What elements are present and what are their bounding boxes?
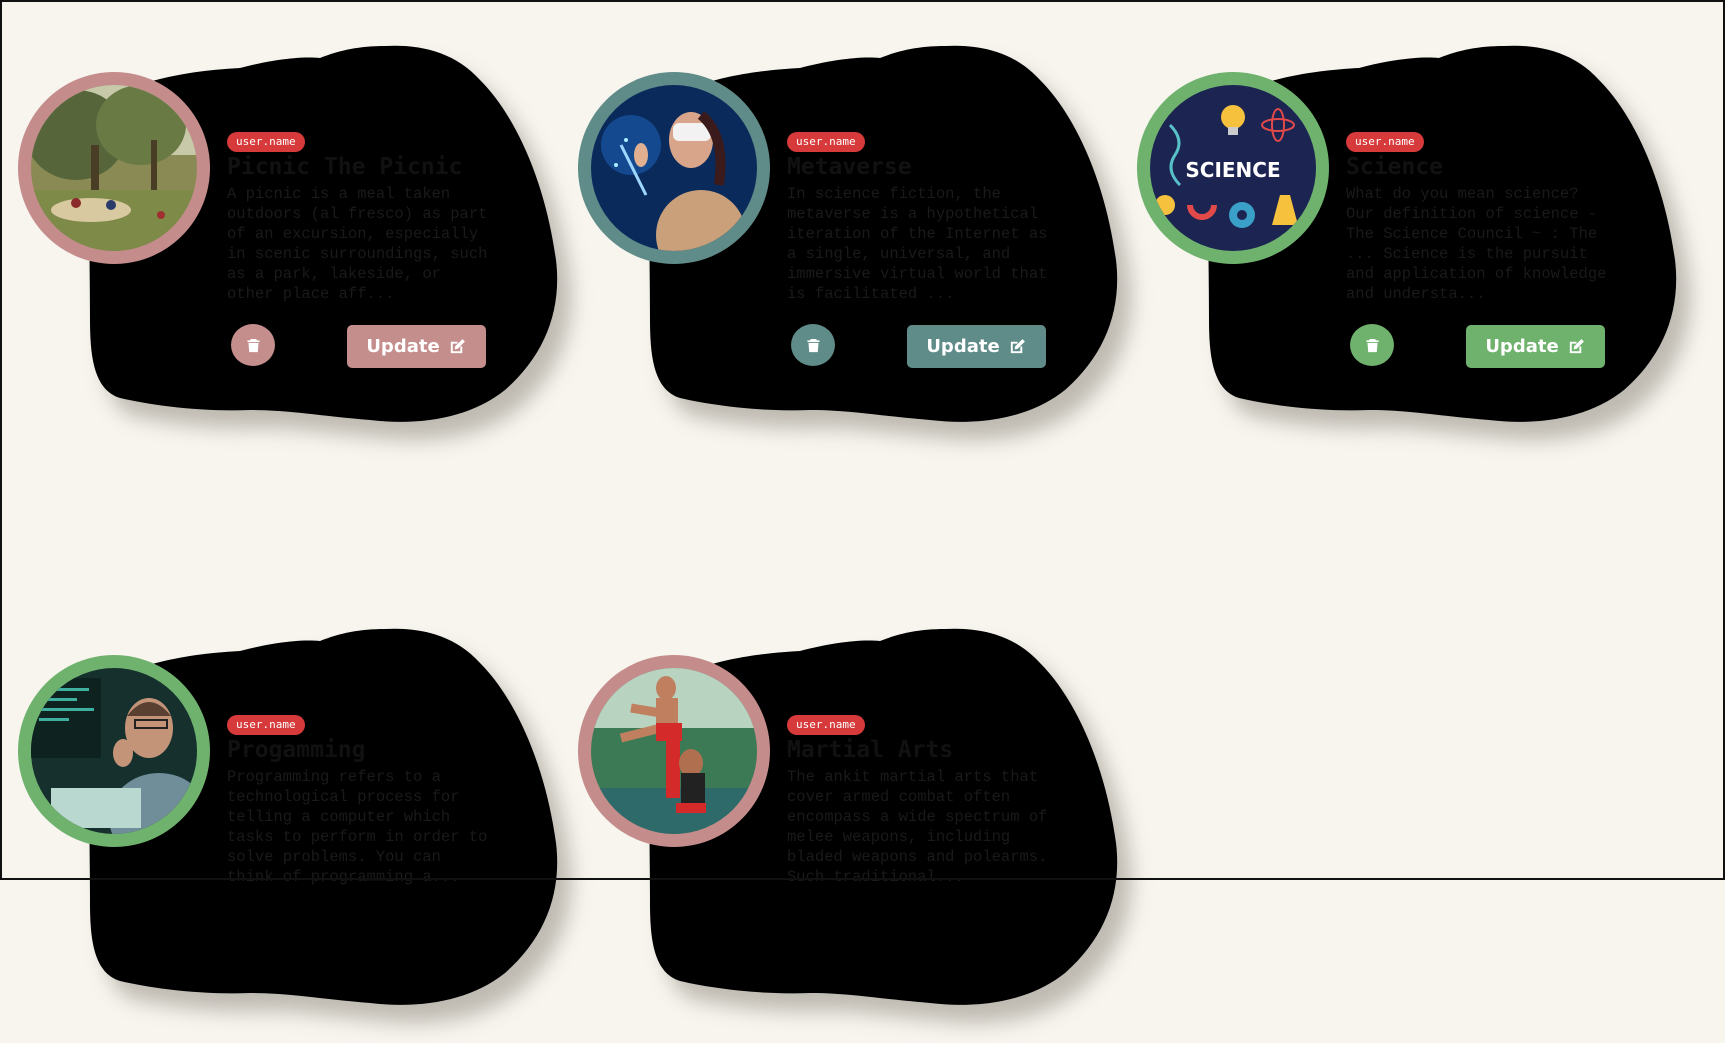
card-description: Programming refers to a technological pr…: [227, 768, 488, 886]
card-image: [591, 85, 757, 251]
update-label: Update: [926, 336, 1000, 357]
avatar-ring: [18, 72, 210, 264]
edit-icon: [448, 337, 467, 356]
card-title: Progamming: [227, 737, 366, 763]
science-image-text: SCIENCE: [1185, 158, 1280, 182]
card-image: [591, 668, 757, 834]
card-description: The ankit martial arts that cover armed …: [787, 768, 1048, 886]
trash-icon: [1366, 338, 1379, 353]
metaverse-image: [591, 85, 757, 251]
avatar-ring: [578, 72, 770, 264]
card-image: [31, 85, 197, 251]
card-image: [31, 668, 197, 834]
user-name-badge: user.name: [787, 715, 865, 735]
user-name-badge: user.name: [227, 715, 305, 735]
user-name-badge: user.name: [227, 132, 305, 152]
card-description: In science fiction, the metaverse is a h…: [787, 185, 1048, 303]
edit-icon: [1008, 337, 1027, 356]
update-label: Update: [1485, 336, 1559, 357]
delete-button[interactable]: [1350, 324, 1394, 366]
trash-icon: [247, 338, 260, 353]
card-title: Picnic The Picnic: [227, 154, 463, 180]
avatar-ring: SCIENCE: [1137, 72, 1329, 264]
delete-button[interactable]: [791, 324, 835, 366]
card-science: SCIENCE user.name Science What do you me…: [1119, 0, 1679, 460]
trash-icon: [807, 338, 820, 353]
avatar-ring: [18, 655, 210, 847]
user-name-badge: user.name: [1346, 132, 1424, 152]
update-button[interactable]: Update: [907, 325, 1046, 368]
card-title: Science: [1346, 154, 1443, 180]
card-picnic: user.name Picnic The Picnic A picnic is …: [0, 0, 560, 460]
card-title: Martial Arts: [787, 737, 954, 763]
card-programming: user.name Progamming Programming refers …: [0, 583, 560, 1043]
card-image: SCIENCE: [1150, 85, 1316, 251]
card-martial-arts: user.name Martial Arts The ankit martial…: [560, 583, 1120, 1043]
update-label: Update: [366, 336, 440, 357]
card-description: A picnic is a meal taken outdoors (al fr…: [227, 185, 488, 303]
edit-icon: [1567, 337, 1586, 356]
card-description: What do you mean science? Our definition…: [1346, 185, 1607, 303]
martial-arts-image: [591, 668, 757, 834]
card-title: Metaverse: [787, 154, 912, 180]
user-name-badge: user.name: [787, 132, 865, 152]
update-button[interactable]: Update: [1466, 325, 1605, 368]
update-button[interactable]: Update: [347, 325, 486, 368]
avatar-ring: [578, 655, 770, 847]
science-image: SCIENCE: [1150, 85, 1316, 251]
card-metaverse: user.name Metaverse In science fiction, …: [560, 0, 1120, 460]
delete-button[interactable]: [231, 324, 275, 366]
picnic-image: [31, 85, 197, 251]
programming-image: [31, 668, 197, 834]
